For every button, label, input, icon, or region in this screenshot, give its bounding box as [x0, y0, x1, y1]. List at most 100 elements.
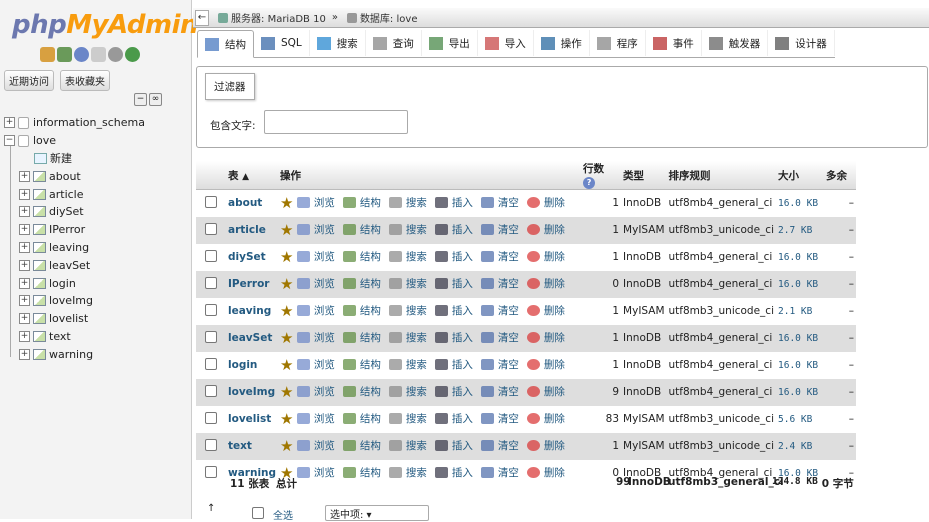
table-name-link[interactable]: loveImg [228, 386, 275, 398]
search-action[interactable]: 搜索 [388, 411, 427, 426]
db-item-information-schema[interactable]: + information_schema [0, 114, 191, 132]
expand-icon[interactable]: + [19, 259, 30, 271]
expand-icon[interactable]: + [19, 188, 30, 200]
row-checkbox[interactable] [205, 330, 217, 343]
favorite-star-icon[interactable]: ★ [280, 302, 293, 320]
expand-icon[interactable]: + [19, 224, 30, 236]
docs-icon[interactable] [91, 47, 106, 62]
drop-action[interactable]: 删除 [526, 195, 565, 210]
structure-action[interactable]: 结构 [342, 249, 381, 264]
search-action[interactable]: 搜索 [388, 357, 427, 372]
favorite-star-icon[interactable]: ★ [280, 221, 293, 239]
empty-action[interactable]: 清空 [480, 195, 519, 210]
structure-action[interactable]: 结构 [342, 222, 381, 237]
help-icon[interactable]: ? [583, 177, 596, 189]
drop-action[interactable]: 删除 [526, 384, 565, 399]
table-name-link[interactable]: login [228, 359, 257, 371]
row-checkbox[interactable] [205, 249, 217, 262]
favorite-star-icon[interactable]: ★ [280, 275, 293, 293]
table-name-link[interactable]: about [228, 197, 262, 209]
search-action[interactable]: 搜索 [388, 438, 427, 453]
db-item-love[interactable]: − love [0, 132, 191, 150]
table-name-link[interactable]: diySet [228, 251, 266, 263]
table-name-link[interactable]: leaving [228, 305, 271, 317]
favorite-star-icon[interactable]: ★ [280, 194, 293, 212]
link-icon[interactable]: ∞ [149, 93, 162, 106]
logout-icon[interactable] [57, 47, 72, 62]
table-item-about[interactable]: + about [0, 167, 191, 185]
table-name-link[interactable]: leavSet [228, 332, 272, 344]
gear-icon[interactable] [108, 47, 123, 62]
col-type[interactable]: 类型 [621, 161, 667, 190]
table-item-lovelist[interactable]: + lovelist [0, 310, 191, 328]
row-checkbox[interactable] [205, 222, 217, 235]
browse-action[interactable]: 浏览 [296, 384, 335, 399]
tab-designer[interactable]: 设计器 [768, 30, 835, 56]
col-size[interactable]: 大小 [776, 161, 824, 190]
row-checkbox[interactable] [205, 276, 217, 289]
insert-action[interactable]: 插入 [434, 357, 473, 372]
insert-action[interactable]: 插入 [434, 411, 473, 426]
insert-action[interactable]: 插入 [434, 438, 473, 453]
insert-action[interactable]: 插入 [434, 249, 473, 264]
browse-action[interactable]: 浏览 [296, 222, 335, 237]
expand-icon[interactable]: + [19, 330, 30, 342]
browse-action[interactable]: 浏览 [296, 330, 335, 345]
table-item-diySet[interactable]: + diySet [0, 203, 191, 221]
tab-events[interactable]: 事件 [646, 30, 702, 56]
expand-icon[interactable]: + [4, 117, 15, 129]
search-action[interactable]: 搜索 [388, 249, 427, 264]
expand-icon[interactable]: + [19, 313, 30, 325]
search-action[interactable]: 搜索 [388, 222, 427, 237]
col-table[interactable]: 表 ▲ [226, 161, 279, 190]
structure-action[interactable]: 结构 [342, 357, 381, 372]
drop-action[interactable]: 删除 [526, 276, 565, 291]
search-action[interactable]: 搜索 [388, 276, 427, 291]
structure-action[interactable]: 结构 [342, 384, 381, 399]
table-name-link[interactable]: text [228, 440, 252, 452]
empty-action[interactable]: 清空 [480, 384, 519, 399]
filter-input[interactable] [264, 110, 408, 134]
collapse-icon[interactable]: − [4, 135, 15, 147]
browse-action[interactable]: 浏览 [296, 276, 335, 291]
browse-action[interactable]: 浏览 [296, 357, 335, 372]
table-item-warning[interactable]: + warning [0, 345, 191, 363]
expand-icon[interactable]: + [19, 277, 30, 289]
row-checkbox[interactable] [205, 465, 217, 478]
favorite-star-icon[interactable]: ★ [280, 329, 293, 347]
table-item-IPerror[interactable]: + IPerror [0, 221, 191, 239]
expand-icon[interactable]: + [19, 206, 30, 218]
row-checkbox[interactable] [205, 303, 217, 316]
breadcrumb-server[interactable]: 服务器: MariaDB 10 [231, 10, 326, 25]
expand-icon[interactable]: + [19, 170, 30, 182]
favorite-star-icon[interactable]: ★ [280, 410, 293, 428]
empty-action[interactable]: 清空 [480, 222, 519, 237]
empty-action[interactable]: 清空 [480, 303, 519, 318]
browse-action[interactable]: 浏览 [296, 249, 335, 264]
table-name-link[interactable]: lovelist [228, 413, 271, 425]
empty-action[interactable]: 清空 [480, 411, 519, 426]
tab-triggers[interactable]: 触发器 [702, 30, 769, 56]
search-action[interactable]: 搜索 [388, 303, 427, 318]
drop-action[interactable]: 删除 [526, 330, 565, 345]
favorite-star-icon[interactable]: ★ [280, 248, 293, 266]
insert-action[interactable]: 插入 [434, 330, 473, 345]
structure-action[interactable]: 结构 [342, 303, 381, 318]
table-item-leaving[interactable]: + leaving [0, 239, 191, 257]
tab-query[interactable]: 查询 [366, 30, 422, 56]
reload-icon[interactable] [125, 47, 140, 62]
drop-action[interactable]: 删除 [526, 438, 565, 453]
table-item-loveImg[interactable]: + loveImg [0, 292, 191, 310]
tab-sql[interactable]: SQL [254, 30, 310, 56]
row-checkbox[interactable] [205, 195, 217, 208]
favorites-button[interactable]: 表收藏夹 [60, 70, 110, 91]
row-checkbox[interactable] [205, 438, 217, 451]
recent-button[interactable]: 近期访问 [4, 70, 54, 91]
expand-icon[interactable]: + [19, 348, 30, 360]
col-collation[interactable]: 排序规则 [666, 161, 776, 190]
tab-export[interactable]: 导出 [422, 30, 478, 56]
col-rows[interactable]: 行数 ? [581, 161, 622, 190]
col-overhead[interactable]: 多余 [824, 161, 856, 190]
row-checkbox[interactable] [205, 384, 217, 397]
table-item-login[interactable]: + login [0, 274, 191, 292]
